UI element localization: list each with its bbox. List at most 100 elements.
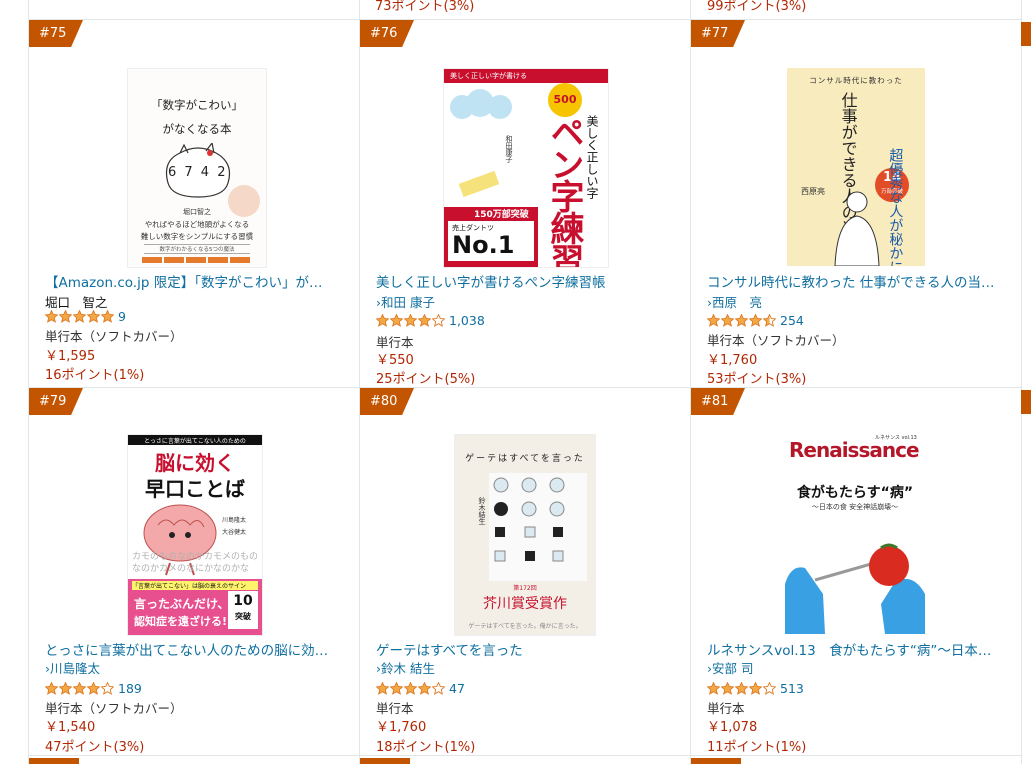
- product-format: 単行本（ソフトカバー）: [45, 329, 183, 344]
- book-cover[interactable]: ゲーテはすべてを言った 鈴木結生 第172回 芥川賞受賞作 ゲーテはすべてを言っ…: [454, 434, 596, 636]
- star-icon: [418, 681, 431, 695]
- star-icon: [87, 681, 100, 695]
- star-icon: [432, 313, 445, 327]
- star-icon: [707, 313, 720, 327]
- rank-badge: #76: [360, 20, 414, 47]
- star-icon: [749, 681, 762, 695]
- product-card: #79 とっさに言葉が出てこない人のための 脳に効く 早口ことば 川島隆太 大谷…: [29, 388, 359, 755]
- cloud-decoration-icon: [450, 89, 512, 119]
- product-card: #76 美しく正しい字が書ける 500 ペン字練習帳 美しく正しい字 和田康子 …: [360, 20, 690, 387]
- star-icon: [404, 681, 417, 695]
- star-icon: [101, 309, 114, 323]
- dot-pattern-illustration-icon: [489, 473, 587, 581]
- product-title-link[interactable]: ルネサンスvol.13 食がもたらす“病”～日本…: [707, 639, 1007, 659]
- book-cover[interactable]: 「数字がこわい」 がなくなる本 6 7 4 2 堀口智之 やればやるほど地頭がよ…: [127, 68, 267, 268]
- next-column-badge: [1021, 22, 1031, 46]
- next-row-badge: [360, 758, 410, 764]
- grid-divider: [28, 755, 1021, 756]
- product-title-link[interactable]: 【Amazon.co.jp 限定】「数字がこわい」が…: [45, 271, 345, 291]
- product-author-link[interactable]: ›川島隆太: [45, 658, 100, 677]
- book-cover[interactable]: とっさに言葉が出てこない人のための 脳に効く 早口ことば 川島隆太 大谷健太 カ…: [127, 434, 263, 636]
- book-cover[interactable]: コンサル時代に教わった 仕事ができる人の当たり前 西原亮 14 万部突破 超優秀…: [787, 68, 925, 266]
- product-points: 18ポイント(1%): [376, 740, 476, 755]
- product-author-link[interactable]: ›西原 亮: [707, 292, 762, 311]
- product-price: ￥1,760: [376, 720, 427, 735]
- product-author-link[interactable]: ›鈴木 結生: [376, 658, 435, 677]
- product-points: 25ポイント(5%): [376, 372, 476, 387]
- next-row-badge: [29, 758, 79, 764]
- product-format: 単行本（ソフトカバー）: [707, 333, 845, 348]
- book-cover[interactable]: Renaissance ルネサンス vol.13 食がもたらす“病” ～日本の食…: [785, 434, 925, 634]
- product-card: #81 Renaissance ルネサンス vol.13 食がもたらす“病” ～…: [691, 388, 1021, 755]
- star-icon: [101, 681, 114, 695]
- review-count-link[interactable]: 189: [118, 681, 142, 696]
- product-title-link[interactable]: ゲーテはすべてを言った: [376, 639, 676, 659]
- product-title-link[interactable]: コンサル時代に教わった 仕事ができる人の当…: [707, 271, 1007, 291]
- product-format: 単行本: [376, 701, 414, 716]
- product-card: #80 ゲーテはすべてを言った 鈴木結生 第172回 芥川賞受賞作 ゲーテはすべ…: [360, 388, 690, 755]
- star-rating[interactable]: 9: [45, 308, 126, 324]
- review-count-link[interactable]: 47: [449, 681, 465, 696]
- cover-chip-row: [142, 257, 250, 263]
- star-rating[interactable]: 189: [45, 680, 142, 696]
- review-count-link[interactable]: 1,038: [449, 313, 485, 328]
- sales-badge: 10 突破: [228, 591, 258, 629]
- star-icon: [749, 313, 762, 327]
- review-count-link[interactable]: 254: [780, 313, 804, 328]
- product-title-link[interactable]: 美しく正しい字が書けるペン字練習帳: [376, 271, 676, 291]
- product-format: 単行本: [707, 701, 745, 716]
- star-icon: [735, 313, 748, 327]
- gloved-hands-tomato-illustration-icon: [785, 543, 925, 634]
- rank-badge: #77: [691, 20, 745, 47]
- star-rating[interactable]: 47: [376, 680, 465, 696]
- grid-divider: [1021, 0, 1022, 764]
- product-card: #77 コンサル時代に教わった 仕事ができる人の当たり前 西原亮 14 万部突破…: [691, 20, 1021, 387]
- next-column-badge: [1021, 390, 1031, 414]
- product-points: 16ポイント(1%): [45, 368, 145, 383]
- review-count-link[interactable]: 9: [118, 309, 126, 324]
- star-icon: [763, 313, 776, 327]
- star-icon: [59, 681, 72, 695]
- rank-badge: #75: [29, 20, 83, 47]
- star-rating[interactable]: 1,038: [376, 312, 485, 328]
- product-price: ￥550: [376, 353, 414, 368]
- product-price: ￥1,760: [707, 353, 758, 368]
- product-author-link[interactable]: ›和田 康子: [376, 292, 435, 311]
- previous-row-points: 73ポイント(3%): [375, 0, 475, 14]
- businessman-illustration-icon: [834, 191, 880, 266]
- star-icon: [418, 313, 431, 327]
- star-icon: [404, 313, 417, 327]
- star-icon: [73, 309, 86, 323]
- product-points: 53ポイント(3%): [707, 372, 807, 387]
- star-icon: [432, 681, 445, 695]
- star-rating[interactable]: 254: [707, 312, 804, 328]
- next-row-badge: [691, 758, 741, 764]
- star-icon: [45, 309, 58, 323]
- star-rating[interactable]: 513: [707, 680, 804, 696]
- book-cover[interactable]: 美しく正しい字が書ける 500 ペン字練習帳 美しく正しい字 和田康子 150万…: [443, 68, 609, 268]
- star-icon: [45, 681, 58, 695]
- star-icon: [59, 309, 72, 323]
- star-icon: [376, 313, 389, 327]
- product-card: #75 「数字がこわい」 がなくなる本 6 7 4 2 堀口智之 やればやるほど…: [29, 20, 359, 387]
- star-icon: [763, 681, 776, 695]
- product-format: 単行本（ソフトカバー）: [45, 701, 183, 716]
- previous-row-points: 99ポイント(3%): [707, 0, 807, 14]
- product-price: ￥1,540: [45, 720, 96, 735]
- rank-badge: #81: [691, 388, 745, 415]
- star-icon: [735, 681, 748, 695]
- star-icon: [707, 681, 720, 695]
- star-icon: [376, 681, 389, 695]
- rank-badge: #80: [360, 388, 414, 415]
- star-icon: [73, 681, 86, 695]
- product-title-link[interactable]: とっさに言葉が出てこない人のための脳に効…: [45, 639, 345, 659]
- star-icon: [87, 309, 100, 323]
- pen-icon: [458, 170, 500, 198]
- count-badge: 500: [548, 83, 582, 117]
- review-count-link[interactable]: 513: [780, 681, 804, 696]
- product-author-link[interactable]: ›安部 司: [707, 658, 753, 677]
- product-price: ￥1,078: [707, 720, 758, 735]
- product-points: 11ポイント(1%): [707, 740, 807, 755]
- star-icon: [390, 313, 403, 327]
- product-price: ￥1,595: [45, 349, 96, 364]
